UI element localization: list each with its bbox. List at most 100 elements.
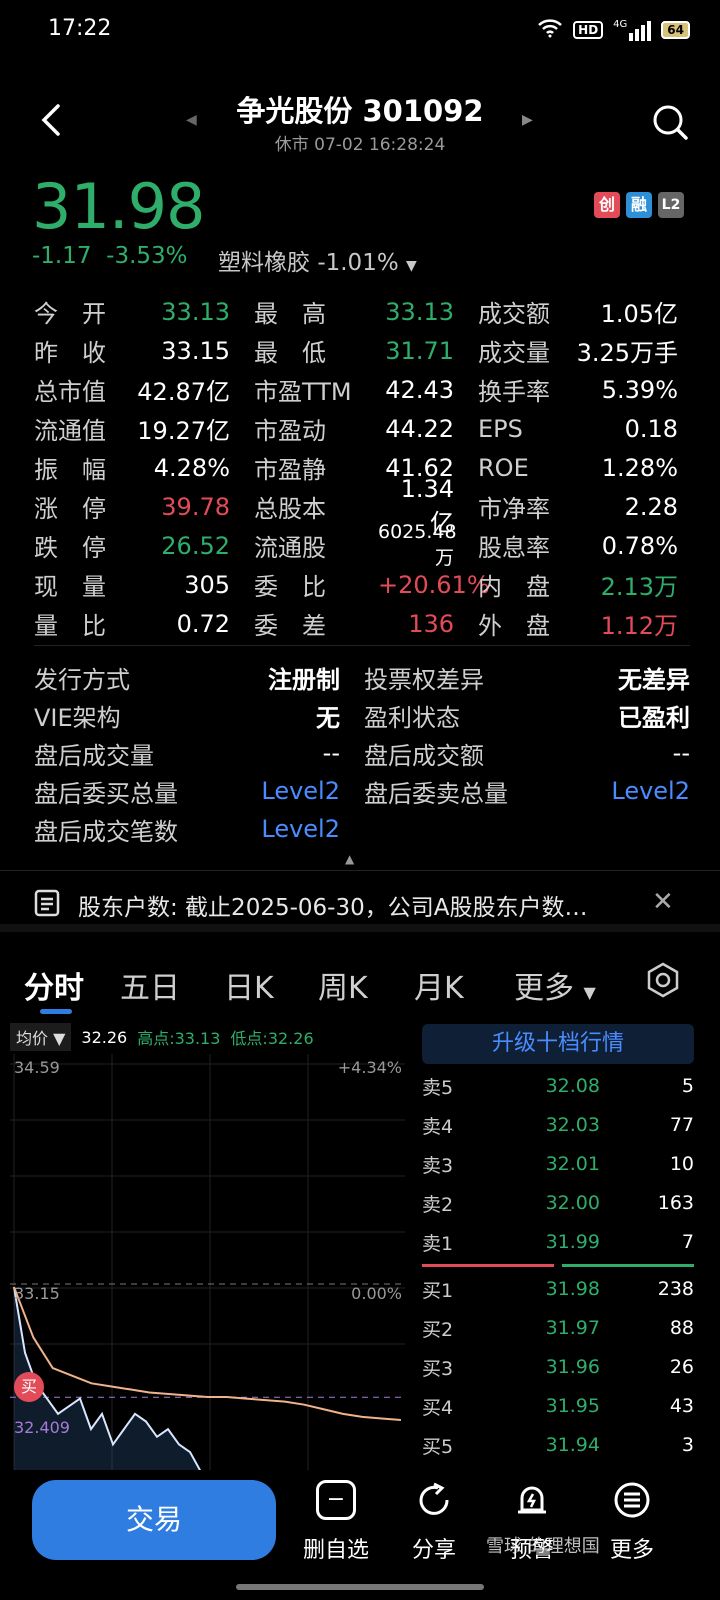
trade-button[interactable]: 交易 <box>32 1480 276 1560</box>
level2-link[interactable]: Level2 <box>234 815 340 843</box>
buy-row: 买4 31.95 43 <box>422 1386 708 1426</box>
buy-tag[interactable]: 买 <box>14 1372 44 1402</box>
sell-divider <box>422 1264 554 1267</box>
stat-label: 涨 停 <box>34 495 106 523</box>
stat-value: 136 <box>408 609 454 638</box>
stats-row: 今 开 33.13 最 高 33.13 成交额 1.05亿 <box>34 292 690 331</box>
tab-more[interactable]: 更多 ▼ <box>514 963 596 1007</box>
close-icon[interactable]: ✕ <box>652 887 674 917</box>
info-label: 盘后成交额 <box>364 741 484 770</box>
stat-label: 总股本 <box>254 495 326 523</box>
stats-row: 振 幅 4.28% 市盈静 41.62 ROE 1.28% <box>34 448 690 487</box>
stat-label: ROE <box>478 453 529 482</box>
badges: 创 融 L2 <box>594 192 684 218</box>
stat-label: 市盈静 <box>254 456 326 484</box>
ob-label: 卖4 <box>422 1115 454 1138</box>
mid-price-label: 33.15 <box>14 1284 60 1303</box>
chart-tabs: 分时 五日 日K 周K 月K 更多 ▼ <box>0 955 720 1015</box>
sell-row: 卖1 31.99 7 <box>422 1222 708 1262</box>
marker-price-label: 32.409 <box>14 1418 70 1437</box>
stat-label: 换手率 <box>478 378 550 406</box>
top-price-label: 34.59 <box>14 1058 60 1077</box>
signal-icon: 4G <box>613 19 652 41</box>
avg-selector[interactable]: 均价 ▼ <box>10 1023 72 1051</box>
tab-monthly[interactable]: 月K <box>414 963 464 1007</box>
stat-value: 39.78 <box>161 492 230 521</box>
level2-link[interactable]: Level2 <box>564 777 690 805</box>
ob-label: 卖1 <box>422 1232 454 1255</box>
order-book: 升级十档行情 卖5 32.08 5 卖4 32.03 77 卖3 32.01 10 卖2 32.00… <box>422 1022 708 1472</box>
stat-label: 外 盘 <box>478 612 550 640</box>
stat-value: 3.25万手 <box>576 339 678 367</box>
more-button[interactable]: 更多 <box>592 1480 672 1564</box>
stat-value: 0.72 <box>176 609 230 638</box>
stat-label: 总市值 <box>34 378 106 406</box>
avg-price-line <box>13 1286 402 1421</box>
info-label: 盘后委卖总量 <box>364 779 508 808</box>
bell-icon <box>512 1480 552 1520</box>
stat-value: 6025.48万 <box>378 521 457 569</box>
minus-icon: − <box>316 1480 356 1520</box>
ob-label: 卖5 <box>422 1076 454 1099</box>
stat-label: 最 低 <box>254 339 326 367</box>
stat-value: 1.05亿 <box>600 300 678 328</box>
tab-intraday[interactable]: 分时 <box>24 963 84 1007</box>
tab-indicator <box>40 1009 72 1014</box>
settings-icon[interactable] <box>644 961 682 1003</box>
stat-value: 0.18 <box>624 414 678 443</box>
ob-qty: 3 <box>681 1434 694 1456</box>
home-indicator <box>236 1584 484 1590</box>
ob-price: 31.99 <box>545 1231 600 1253</box>
upgrade-button[interactable]: 升级十档行情 <box>422 1024 694 1064</box>
ob-price: 31.97 <box>545 1317 600 1339</box>
info-row: 盘后成交量 -- 盘后成交额 -- <box>34 734 690 772</box>
l2-badge: L2 <box>658 192 684 218</box>
stat-value: 33.13 <box>385 297 454 326</box>
divider <box>34 645 690 646</box>
sell-row: 卖2 32.00 163 <box>422 1183 708 1223</box>
sell-row: 卖3 32.01 10 <box>422 1144 708 1184</box>
level2-link[interactable]: Level2 <box>234 777 340 805</box>
stat-value: 33.13 <box>161 297 230 326</box>
info-row: 发行方式 注册制 投票权差异 无差异 <box>34 658 690 696</box>
stat-label: 今 开 <box>34 300 106 328</box>
delete-watchlist-button[interactable]: − 删自选 <box>296 1480 376 1564</box>
sector-link[interactable]: 塑料橡胶 -1.01% ▼ <box>218 243 417 277</box>
share-icon <box>414 1480 454 1520</box>
tab-5day[interactable]: 五日 <box>120 963 180 1007</box>
ob-price: 32.03 <box>545 1114 600 1136</box>
stat-label: 股息率 <box>478 534 550 562</box>
stat-label: 内 盘 <box>478 573 550 601</box>
stat-label: 委 比 <box>254 573 326 601</box>
ob-label: 买3 <box>422 1357 454 1380</box>
stat-label: 跌 停 <box>34 534 106 562</box>
stats-row: 总市值 42.87亿 市盈TTM 42.43 换手率 5.39% <box>34 370 690 409</box>
tab-weekly[interactable]: 周K <box>318 963 368 1007</box>
stat-label: 委 差 <box>254 612 326 640</box>
low-point: 低点:32.26 <box>230 1029 314 1048</box>
stat-value: 42.87亿 <box>137 378 230 406</box>
stat-value: 31.71 <box>385 336 454 365</box>
next-stock-icon[interactable]: ▶ <box>522 112 533 128</box>
stat-value: 44.22 <box>385 414 454 443</box>
collapse-icon[interactable]: ▲ <box>345 852 354 866</box>
stats-row: 跌 停 26.52 流通股 6025.48万 股息率 0.78% <box>34 521 690 569</box>
ob-price: 31.96 <box>545 1356 600 1378</box>
tab-daily[interactable]: 日K <box>224 963 274 1007</box>
search-button[interactable] <box>650 102 690 142</box>
stats-row: 流通值 19.27亿 市盈动 44.22 EPS 0.18 <box>34 409 690 448</box>
chart-header: 均价 ▼ 32.26 高点:33.13 低点:32.26 <box>10 1022 314 1052</box>
stat-label: 市盈动 <box>254 417 326 445</box>
share-button[interactable]: 分享 <box>394 1480 474 1564</box>
buy-row: 买5 31.94 3 <box>422 1425 708 1465</box>
stat-value: 2.28 <box>624 492 678 521</box>
top-pct-label: +4.34% <box>337 1058 402 1077</box>
ob-qty: 77 <box>669 1114 694 1136</box>
info-row: VIE架构 无盈利状态 已盈利 <box>34 696 690 734</box>
stat-label: 成交量 <box>478 339 550 367</box>
ob-price: 31.95 <box>545 1395 600 1417</box>
intraday-chart[interactable]: 均价 ▼ 32.26 高点:33.13 低点:32.26 34.59 +4.34… <box>10 1022 410 1472</box>
ob-qty: 43 <box>669 1395 694 1417</box>
notice-bar[interactable]: 股东户数: 截止2025-06-30，公司A股股东户数… ✕ <box>0 870 720 932</box>
stats-row: 现 量 305 委 比 +20.61% 内 盘 2.13万 <box>34 565 690 604</box>
